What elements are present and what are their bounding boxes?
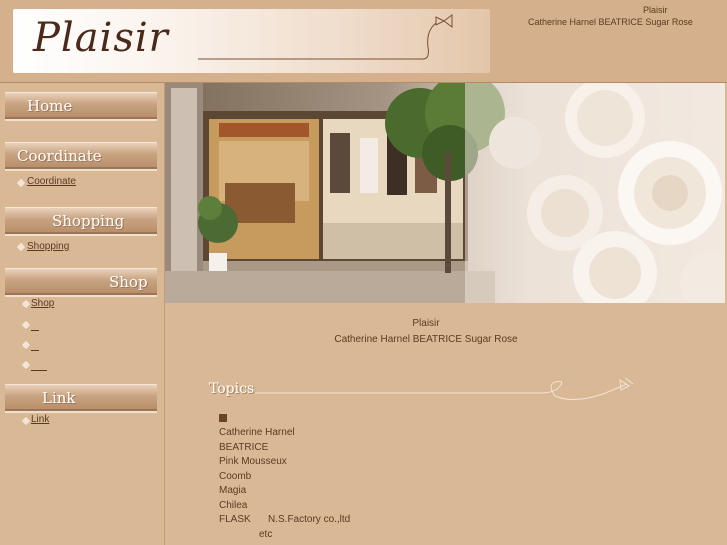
nav-shopping-button[interactable]: Shopping — [5, 207, 157, 234]
header-brand: Plaisir — [643, 5, 668, 15]
shopping-link[interactable]: Shopping — [27, 241, 69, 252]
nav-link-button[interactable]: Link — [5, 384, 157, 411]
logo[interactable]: Plaisir — [33, 15, 169, 61]
bullet-icon — [16, 242, 26, 252]
logo-banner[interactable]: Plaisir — [13, 9, 490, 73]
topic-item: N.S.Factory co.,ltd — [268, 514, 351, 525]
header-tagline: Catherine Harnel BEATRICE Sugar Rose — [528, 17, 693, 27]
nav-home-button[interactable]: Home — [5, 92, 157, 119]
topics-heading: Topics — [209, 381, 255, 397]
link-link[interactable]: Link — [31, 414, 49, 425]
shop-sub-link[interactable] — [31, 318, 39, 331]
storefront-illustration — [165, 83, 725, 303]
topics-marker — [219, 414, 227, 422]
bullet-icon — [21, 340, 31, 350]
storefront-photo — [165, 83, 725, 303]
topic-item: Chilea — [219, 500, 248, 511]
topic-item: etc — [259, 529, 273, 540]
nav-shopping-label: Shopping — [52, 212, 125, 230]
coordinate-link[interactable]: Coordinate — [27, 176, 76, 187]
ribbon-decoration-icon — [198, 14, 453, 60]
header: Plaisir Plaisir Catherine Harnel BEATRIC… — [0, 0, 727, 83]
nav-link-label: Link — [42, 389, 76, 407]
topic-item: Magia — [219, 485, 247, 496]
nav-coordinate-button[interactable]: Coordinate — [5, 142, 157, 169]
topic-item: Pink Mousseux — [219, 456, 287, 467]
shop-sub-link[interactable] — [31, 358, 47, 371]
ribbon-decoration-icon — [255, 377, 634, 400]
nav-home-label: Home — [27, 97, 73, 115]
nav-shop-button[interactable]: Shop — [5, 268, 157, 295]
store-name: Plaisir — [412, 318, 440, 329]
bullet-icon — [21, 320, 31, 330]
nav-shop-label: Shop — [109, 273, 148, 291]
topic-item: FLASK — [219, 514, 251, 525]
bullet-icon — [21, 416, 31, 426]
shop-sub-link[interactable] — [31, 338, 39, 351]
topic-item: Catherine Harnel — [219, 427, 295, 438]
bullet-icon — [21, 360, 31, 370]
topic-item: Coomb — [219, 471, 252, 482]
shop-link[interactable]: Shop — [31, 298, 54, 309]
bullet-icon — [16, 178, 26, 188]
bullet-icon — [21, 299, 31, 309]
topic-item: BEATRICE — [219, 442, 269, 453]
store-brands: Catherine Harnel BEATRICE Sugar Rose — [334, 334, 518, 345]
sidebar: Home Coordinate Coordinate Shopping Shop… — [0, 83, 165, 545]
nav-coordinate-label: Coordinate — [17, 147, 102, 165]
